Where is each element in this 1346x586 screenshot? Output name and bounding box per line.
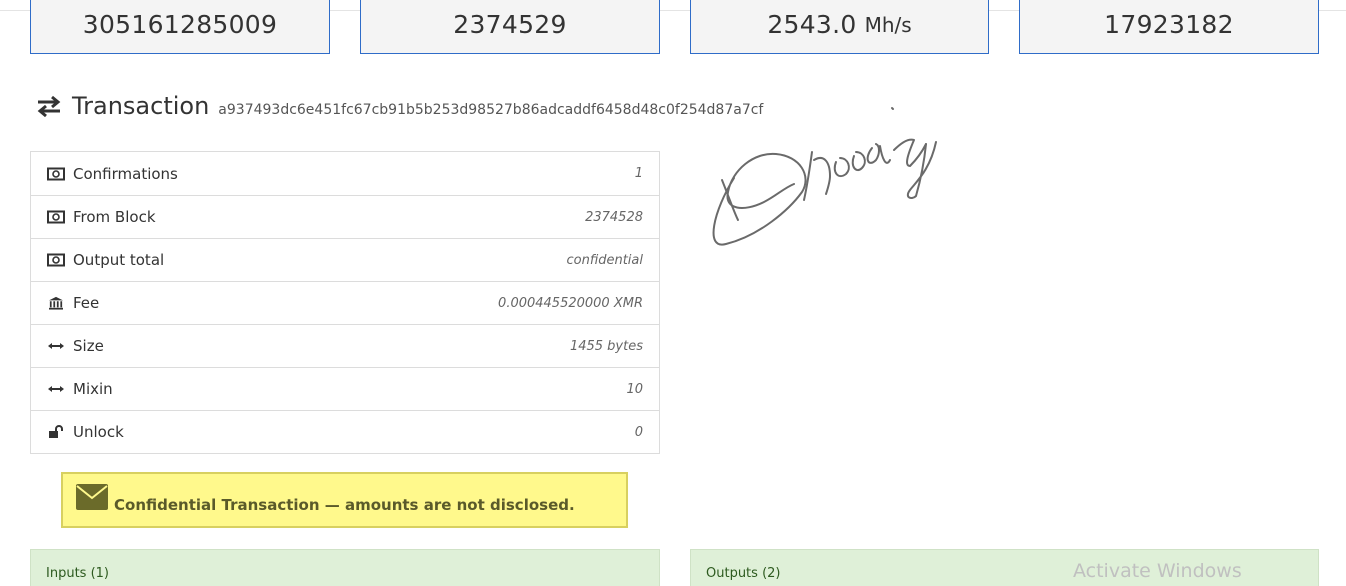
detail-label: Size: [73, 337, 104, 355]
money-icon: [47, 210, 65, 224]
detail-value: 0: [634, 424, 643, 440]
detail-value: 2374528: [585, 209, 643, 225]
outputs-panel-title: Outputs (2): [706, 566, 781, 581]
detail-label: Output total: [73, 251, 165, 269]
stat-box-height: 2374529: [360, 0, 660, 54]
alert-message: Confidential Transaction — amounts are n…: [114, 496, 575, 514]
stat-value: 2374529: [453, 10, 567, 39]
horizontal-arrows-icon: [48, 343, 64, 349]
detail-row-mixin: Mixin 10: [31, 367, 659, 410]
detail-row-size: Size 1455 bytes: [31, 324, 659, 367]
activate-windows-watermark: Activate Windows: [1073, 560, 1242, 582]
stat-value: 17923182: [1104, 10, 1234, 39]
stat-value: 305161285009: [82, 10, 278, 39]
stat-box-difficulty: 305161285009: [30, 0, 330, 54]
exchange-arrows-icon: [37, 95, 61, 117]
detail-label: From Block: [73, 208, 156, 226]
inputs-panel-header[interactable]: Inputs (1): [30, 549, 660, 586]
stat-box-hashrate: 2543.0 Mh/s: [690, 0, 989, 54]
detail-value: 0.000445520000 XMR: [498, 295, 643, 311]
transaction-details-table: Confirmations 1 From Block 2374528 Outpu…: [30, 151, 660, 454]
transaction-header: Transaction a937493dc6e451fc67cb91b5b253…: [36, 92, 763, 120]
stat-box-supply: 17923182: [1019, 0, 1319, 54]
money-icon: [47, 253, 65, 267]
stat-unit: Mh/s: [864, 12, 912, 37]
stat-value: 2543.0: [767, 10, 857, 39]
detail-row-confirmations: Confirmations 1: [31, 152, 659, 195]
detail-value: 10: [626, 381, 643, 397]
detail-label: Mixin: [73, 380, 113, 398]
page-title: Transaction: [72, 92, 210, 120]
envelope-icon: [76, 484, 108, 510]
detail-row-from-block: From Block 2374528: [31, 195, 659, 238]
unlock-icon: [49, 425, 63, 438]
inputs-panel-title: Inputs (1): [46, 566, 109, 581]
detail-row-unlock: Unlock 0: [31, 410, 659, 453]
detail-value: confidential: [566, 252, 643, 268]
handwritten-signature: [712, 107, 937, 246]
detail-value: 1: [634, 166, 643, 181]
detail-row-output-total: Output total confidential: [31, 238, 659, 281]
detail-row-fee: Fee 0.000445520000 XMR: [31, 281, 659, 324]
horizontal-arrows-icon: [48, 386, 64, 392]
detail-label: Unlock: [73, 423, 124, 441]
confidential-alert: Confidential Transaction — amounts are n…: [61, 472, 628, 528]
detail-label: Confirmations: [73, 164, 178, 183]
transaction-hash: a937493dc6e451fc67cb91b5b253d98527b86adc…: [218, 102, 764, 118]
detail-value: 1455 bytes: [569, 338, 643, 354]
detail-label: Fee: [73, 294, 100, 312]
bank-icon: [49, 296, 63, 310]
money-icon: [47, 167, 65, 180]
